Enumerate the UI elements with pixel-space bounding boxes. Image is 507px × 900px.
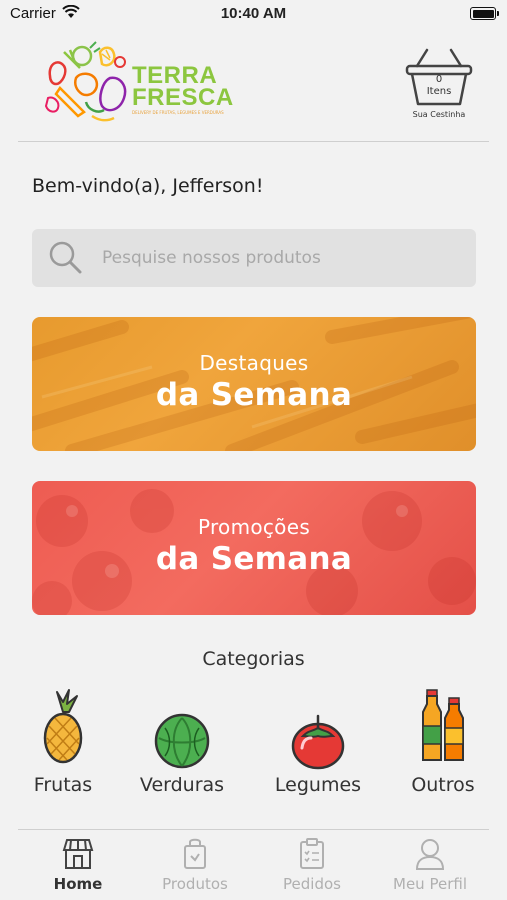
- featured-week-banner[interactable]: Destaques da Semana: [32, 317, 476, 451]
- banner-title-large: da Semana: [155, 377, 353, 413]
- bag-icon: [184, 838, 206, 869]
- category-verduras[interactable]: Verduras: [127, 688, 237, 803]
- header-divider: [18, 141, 489, 142]
- category-label: Frutas: [33, 774, 93, 796]
- search-input[interactable]: [102, 229, 462, 287]
- basket-label: Sua Cestinha: [412, 110, 466, 119]
- battery-icon: [470, 7, 499, 20]
- status-bar: Carrier 10:40 AM: [0, 0, 507, 30]
- category-label: Outros: [411, 774, 475, 796]
- search-bar[interactable]: [32, 229, 476, 287]
- basket-count: 0: [435, 74, 443, 85]
- category-legumes[interactable]: Legumes: [263, 688, 373, 803]
- logo-wordmark-fresca: FRESCA: [132, 84, 234, 111]
- tabbar-divider: [18, 829, 489, 830]
- produce-illustration-icon: [44, 41, 127, 122]
- tomato-icon: [291, 714, 345, 770]
- store-icon: [62, 839, 94, 869]
- lettuce-icon: [154, 713, 210, 769]
- tab-home[interactable]: Home: [28, 838, 128, 898]
- promotions-week-banner[interactable]: Promoções da Semana: [32, 481, 476, 615]
- header: TERRA FRESCA DELIVERY DE FRUTAS, LEGUMES…: [0, 36, 507, 136]
- banner-title-small: Destaques: [199, 351, 309, 375]
- tab-produtos[interactable]: Produtos: [145, 838, 245, 898]
- tab-pedidos[interactable]: Pedidos: [262, 838, 362, 898]
- bottles-icon: [422, 689, 464, 761]
- category-frutas[interactable]: Frutas: [8, 688, 118, 803]
- basket-button[interactable]: 0 Itens Sua Cestinha: [403, 46, 475, 122]
- category-label: Verduras: [139, 774, 225, 796]
- category-outros[interactable]: Outros: [388, 688, 498, 803]
- search-icon: [49, 241, 82, 274]
- tab-label: Produtos: [162, 875, 228, 893]
- clipboard-icon: [300, 838, 324, 869]
- logo-tagline: DELIVERY DE FRUTAS, LEGUMES E VERDURAS: [132, 110, 224, 115]
- categories-title: Categorias: [202, 648, 305, 670]
- basket-count-label: Itens: [426, 86, 452, 97]
- tab-label: Pedidos: [283, 875, 341, 893]
- tab-meu-perfil[interactable]: Meu Perfil: [380, 838, 480, 898]
- tab-label: Home: [53, 875, 103, 893]
- banner-title-small: Promoções: [197, 515, 311, 539]
- user-icon: [415, 839, 445, 870]
- brand-logo[interactable]: TERRA FRESCA DELIVERY DE FRUTAS, LEGUMES…: [40, 38, 233, 130]
- banner-title-large: da Semana: [155, 541, 353, 577]
- pineapple-icon: [43, 689, 83, 764]
- clock: 10:40 AM: [220, 5, 287, 22]
- category-label: Legumes: [274, 774, 362, 796]
- welcome-message: Bem-vindo(a), Jefferson!: [32, 175, 264, 197]
- tab-label: Meu Perfil: [393, 875, 467, 893]
